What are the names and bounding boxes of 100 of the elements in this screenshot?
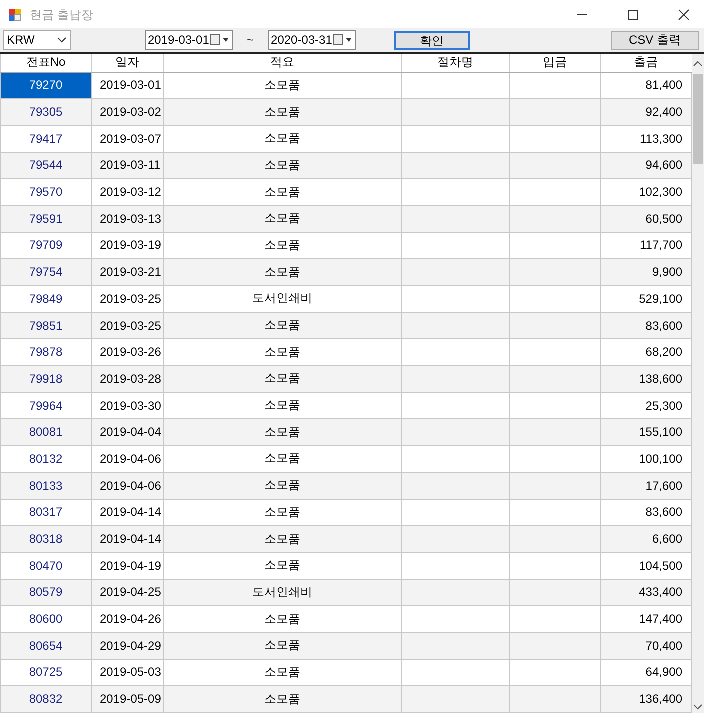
table-cell: 소모품 — [264, 131, 300, 146]
table-cell: 113,300 — [640, 132, 682, 146]
table-cell[interactable]: 79918 — [0, 366, 92, 392]
date-field[interactable]: 2020-03-31 — [268, 30, 356, 50]
table-cell: 소모품 — [264, 238, 300, 252]
table-cell[interactable]: 79305 — [0, 98, 92, 126]
date-value: 2019-03-01 — [148, 33, 210, 47]
table-cell: 2019-05-03 — [100, 665, 162, 680]
table-cell: 소모품 — [264, 532, 300, 546]
table-cell[interactable]: 79570 — [0, 178, 92, 206]
calendar-dropdown-icon[interactable] — [210, 34, 230, 46]
app-icon — [8, 8, 22, 22]
table-cell: 2019-04-06 — [100, 452, 162, 466]
table-cell: 소모품 — [264, 158, 300, 172]
table-cell: 도서인쇄비 — [252, 291, 312, 306]
table-cell: 2019-03-12 — [100, 185, 162, 200]
table-cell: 소모품 — [264, 664, 300, 679]
table-cell[interactable]: 80654 — [0, 632, 92, 660]
column-header[interactable]: 출금 — [600, 54, 691, 72]
scroll-down-icon[interactable] — [692, 703, 703, 711]
column-header[interactable]: 절차명 — [402, 54, 510, 72]
export-button[interactable]: CSV 출력 — [611, 30, 699, 50]
table-cell: 70,400 — [646, 638, 682, 653]
table-cell[interactable]: 80470 — [0, 552, 92, 580]
table-cell: 155,100 — [639, 425, 682, 440]
table-cell: 100,100 — [639, 452, 682, 466]
table-cell[interactable]: 80081 — [0, 418, 92, 446]
table-cell: 2019-03-25 — [100, 318, 162, 333]
table-cell: 소모품 — [264, 318, 300, 332]
table-cell: 25,300 — [646, 398, 682, 413]
column-header[interactable]: 적요 — [164, 54, 402, 72]
table-cell: 2019-03-26 — [100, 345, 162, 360]
table-cell[interactable]: 79591 — [0, 205, 92, 232]
table-cell: 소모품 — [264, 638, 300, 652]
table-cell: 소모품 — [264, 478, 300, 492]
column-header[interactable]: 입금 — [510, 54, 600, 72]
table-cell: 소모품 — [264, 78, 300, 92]
table-cell: 147,400 — [639, 612, 682, 626]
table-cell: 2019-04-26 — [100, 612, 162, 626]
table-cell: 2019-04-29 — [100, 638, 162, 653]
table-cell: 529,100 — [639, 292, 682, 306]
date-field[interactable]: 2019-03-01 — [145, 30, 233, 50]
table-cell: 64,900 — [646, 665, 682, 680]
table-cell: 2019-05-09 — [100, 692, 162, 706]
table-cell: 138,600 — [639, 372, 682, 386]
currency-value: KRW — [7, 33, 35, 47]
scroll-up-icon[interactable] — [692, 60, 703, 68]
table-cell: 2019-04-04 — [100, 425, 162, 440]
table-cell[interactable]: 80832 — [0, 686, 92, 712]
table-cell[interactable]: 80133 — [0, 472, 92, 499]
table-cell: 2019-03-13 — [100, 212, 162, 226]
close-icon[interactable] — [678, 9, 690, 21]
table-cell[interactable]: 79544 — [0, 152, 92, 179]
table-cell[interactable]: 80318 — [0, 526, 92, 552]
table-cell: 81,400 — [646, 78, 682, 92]
table-cell: 2019-03-07 — [100, 132, 162, 146]
table-cell: 2019-04-14 — [100, 505, 162, 520]
table-cell: 소모품 — [264, 398, 300, 412]
table-cell: 소모품 — [264, 451, 300, 466]
column-header[interactable]: 전표No — [0, 54, 92, 72]
column-header[interactable]: 일자 — [92, 54, 164, 72]
calendar-dropdown-icon[interactable] — [333, 34, 354, 46]
table-cell: 94,600 — [646, 158, 682, 172]
date-value: 2020-03-31 — [271, 33, 332, 47]
table-cell: 도서인쇄비 — [252, 584, 312, 599]
maximize-icon[interactable] — [627, 9, 639, 21]
scroll-thumb[interactable] — [692, 74, 703, 164]
table-cell: 92,400 — [646, 105, 682, 120]
table-cell: 소모품 — [264, 424, 300, 439]
table-cell[interactable]: 80600 — [0, 606, 92, 632]
table-cell[interactable]: 79417 — [0, 125, 92, 152]
table-cell: 소모품 — [264, 211, 300, 226]
table-cell[interactable]: 79849 — [0, 286, 92, 312]
currency-dropdown[interactable]: KRW — [3, 30, 71, 50]
window-title: 현금 출납장 — [30, 6, 94, 24]
table-cell: 소모품 — [264, 612, 300, 626]
table-cell: 60,500 — [646, 212, 682, 226]
table-cell: 117,700 — [640, 238, 682, 252]
table-cell: 소모품 — [264, 504, 300, 519]
table-cell: 2019-03-11 — [100, 158, 160, 172]
confirm-button[interactable]: 확인 — [394, 30, 470, 50]
table-cell: 2019-03-19 — [100, 238, 162, 252]
table-cell: 2019-04-19 — [100, 558, 162, 573]
table-cell[interactable]: 80132 — [0, 446, 92, 472]
table-cell: 2019-03-30 — [100, 398, 162, 413]
table-cell: 83,600 — [646, 318, 682, 333]
table-cell: 2019-04-06 — [100, 478, 162, 493]
table-cell[interactable]: 80579 — [0, 579, 92, 606]
table-cell[interactable]: 79851 — [0, 312, 92, 339]
table-cell: 17,600 — [646, 478, 682, 493]
table-cell: 102,300 — [639, 185, 682, 200]
table-cell[interactable]: 79270 — [0, 72, 92, 99]
dropdown-caret-icon[interactable] — [57, 37, 67, 43]
table-cell: 2019-03-25 — [100, 292, 162, 306]
table-cell: 68,200 — [646, 345, 682, 360]
table-cell[interactable]: 79754 — [0, 258, 92, 286]
table-cell: 104,500 — [639, 558, 682, 573]
table-cell: 2019-03-21 — [100, 265, 162, 280]
range-separator: ~ — [247, 33, 254, 47]
table-cell: 2019-03-01 — [100, 78, 162, 92]
